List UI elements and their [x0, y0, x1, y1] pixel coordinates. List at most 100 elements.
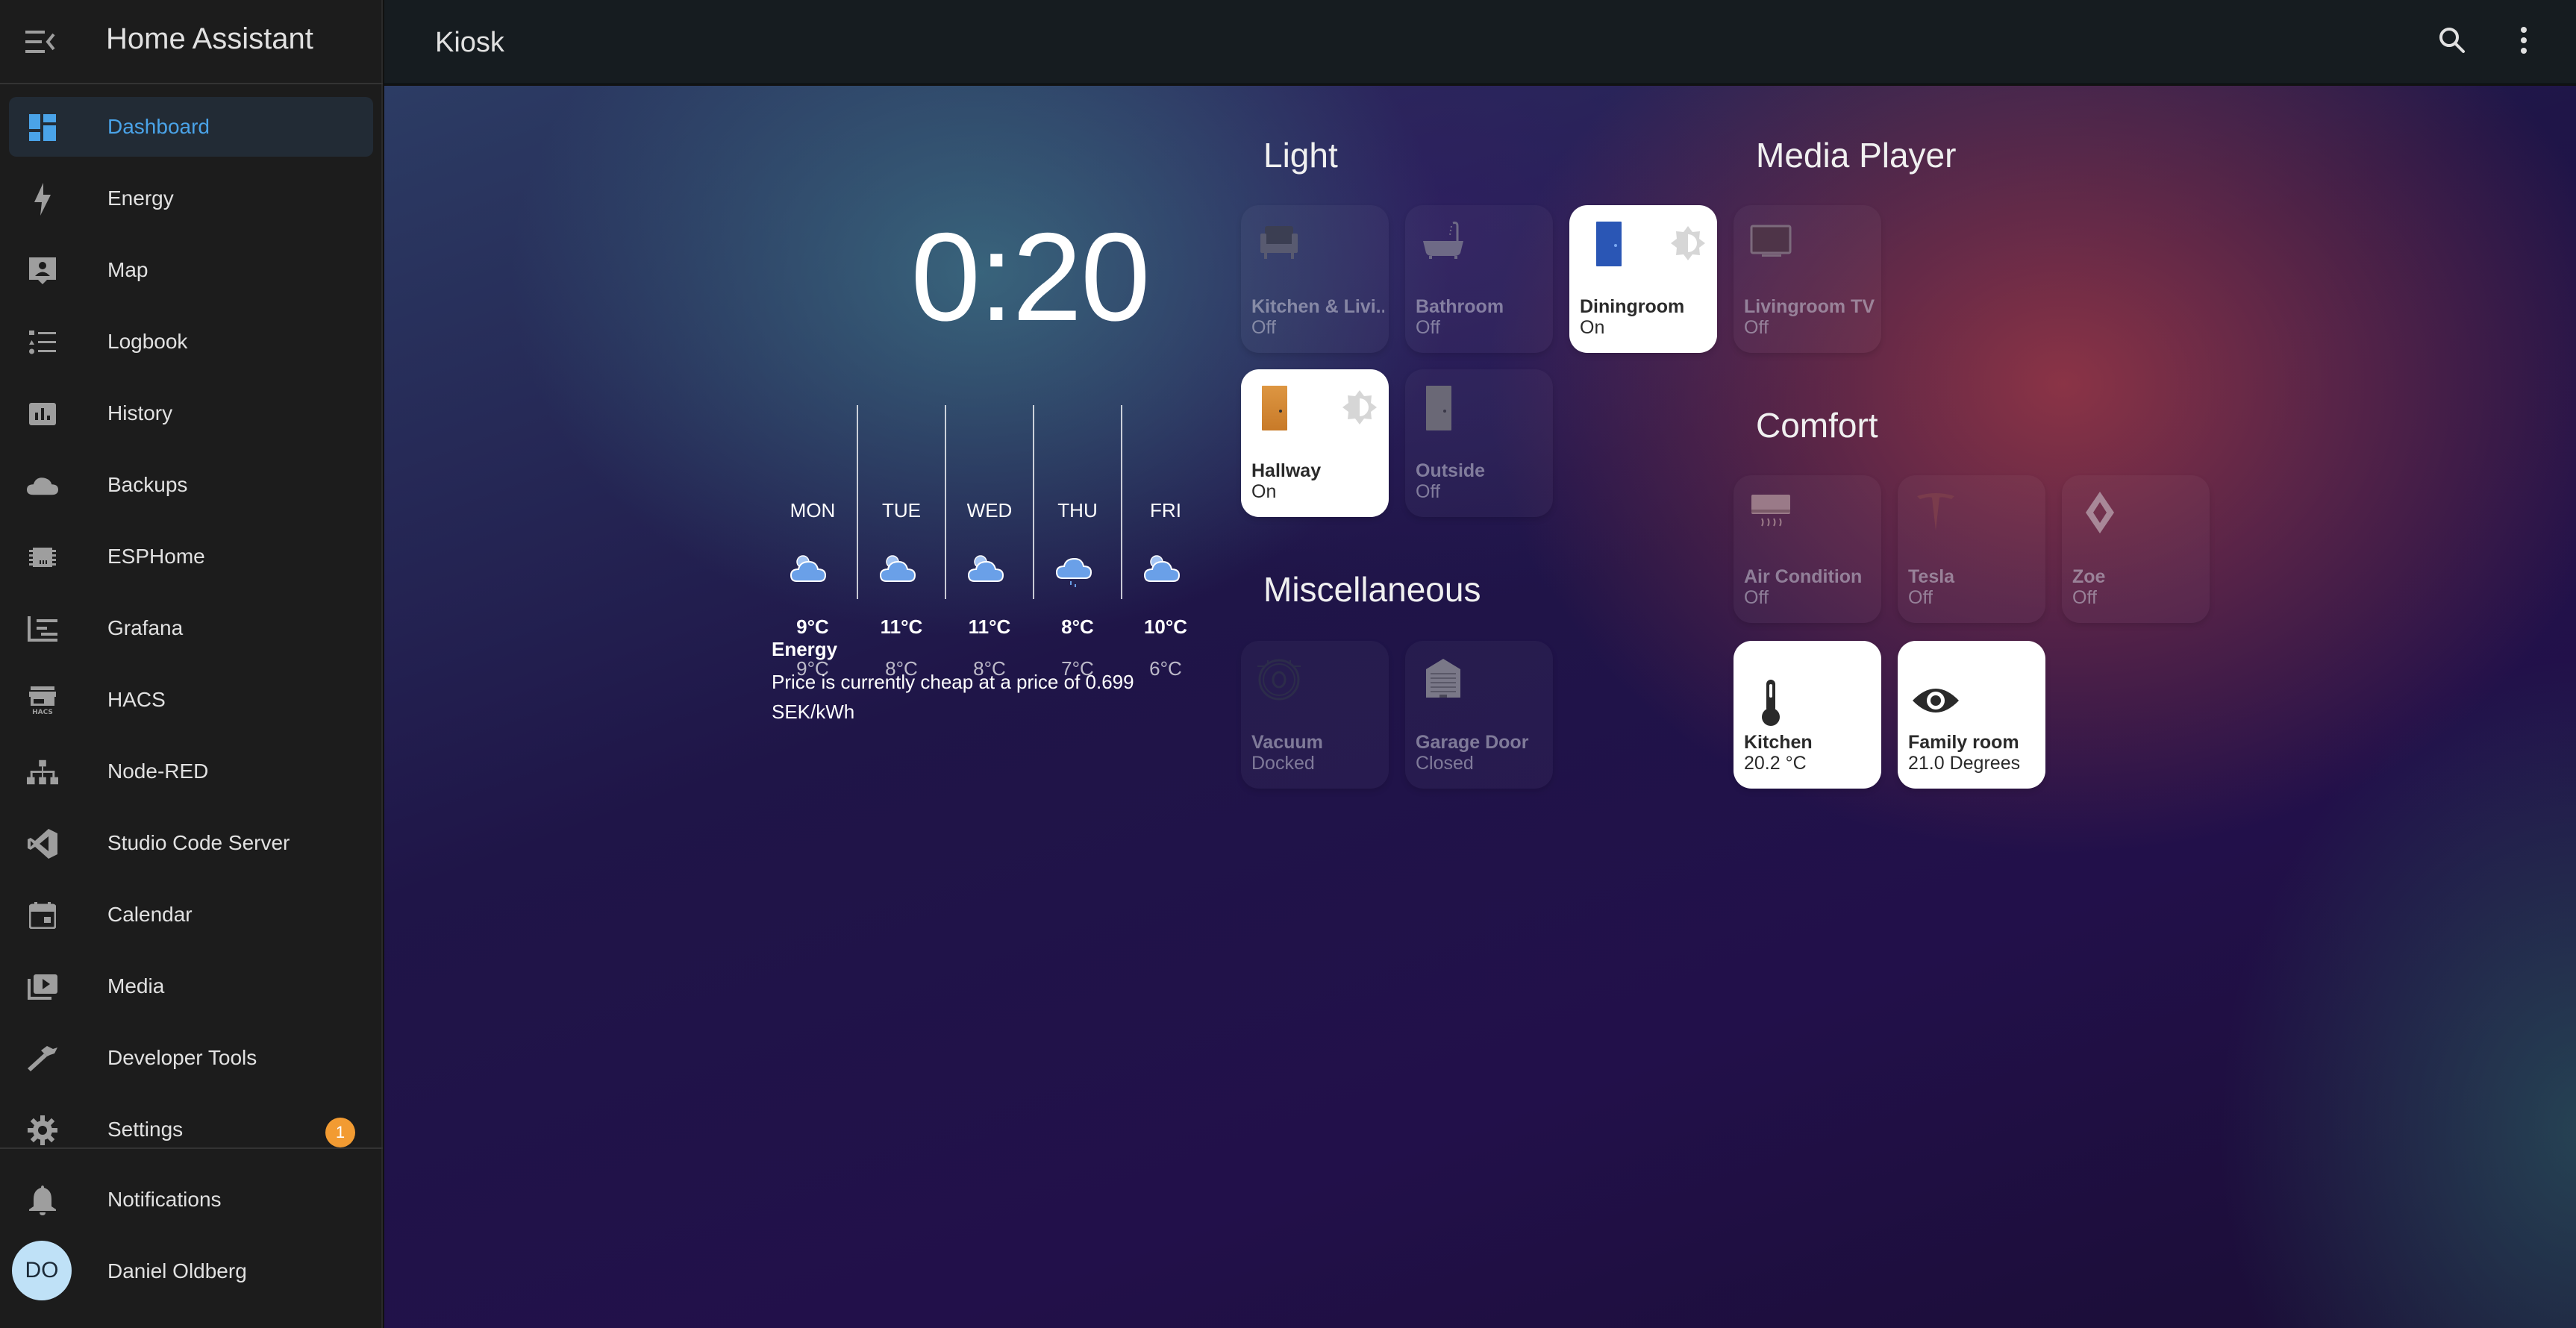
tile-name: Tesla — [1908, 566, 1955, 587]
sidebar-item-label: Studio Code Server — [107, 831, 290, 854]
tile-garage-door[interactable]: Garage Door Closed — [1405, 641, 1553, 789]
vscode-icon — [27, 828, 58, 859]
section-title-media-player: Media Player — [1756, 136, 1957, 175]
sidebar-scroll-clip: Settings 1 — [0, 1104, 383, 1147]
tile-name: Outside — [1416, 460, 1486, 481]
tile-state: On — [1251, 481, 1277, 502]
partly-cloudy-icon — [967, 545, 1012, 590]
sidebar-item-grafana[interactable]: Grafana — [9, 598, 373, 658]
hammer-icon — [27, 1043, 58, 1074]
sidebar-item-label: Developer Tools — [107, 1046, 257, 1069]
sidebar-item-studio-code-server[interactable]: Studio Code Server — [9, 813, 373, 873]
tile-diningroom[interactable]: Diningroom On — [1569, 205, 1717, 353]
sidebar-item-history[interactable]: History — [9, 383, 373, 443]
tile-name: Hallway — [1251, 460, 1322, 481]
menu-collapse-icon[interactable] — [25, 28, 57, 55]
tile-kitchen-living[interactable]: Kitchen & Livi... Off — [1241, 205, 1389, 353]
brightness-icon[interactable] — [1341, 389, 1378, 426]
brightness-icon[interactable] — [1669, 225, 1707, 262]
sidebar-item-logbook[interactable]: Logbook — [9, 312, 373, 372]
sidebar-item-dashboard[interactable]: Dashboard — [9, 97, 373, 157]
tile-name: Garage Door — [1416, 732, 1529, 753]
tile-name: Air Condition — [1744, 566, 1863, 587]
energy-title: Energy — [772, 638, 838, 660]
tile-state: Closed — [1416, 753, 1474, 774]
sidebar-item-label: Dashboard — [107, 115, 210, 138]
tile-family-room[interactable]: Family room 21.0 Degrees — [1898, 641, 2045, 789]
sidebar-divider — [0, 1147, 383, 1149]
sidebar-item-label: Notifications — [107, 1188, 222, 1211]
tile-hallway[interactable]: Hallway On — [1241, 369, 1389, 517]
forecast-high: 10°C — [1143, 616, 1188, 638]
avatar[interactable]: DO — [12, 1241, 72, 1300]
sidebar-item-label: HACS — [107, 688, 166, 711]
dots-vertical-icon — [2519, 25, 2529, 59]
eye-icon — [1911, 678, 1960, 727]
tile-name: Vacuum — [1251, 732, 1323, 753]
tile-state: 20.2 °C — [1744, 753, 1807, 774]
forecast-day: TUE 11°C 8°C — [857, 405, 945, 680]
sidebar-item-label: Energy — [107, 187, 174, 210]
sitemap-icon — [27, 757, 58, 788]
tile-kitchen-temperature[interactable]: Kitchen 20.2 °C — [1734, 641, 1881, 789]
bathtub-icon — [1419, 219, 1468, 268]
lightning-bolt-icon — [27, 183, 58, 216]
tile-livingroom-tv[interactable]: Livingroom TV Off — [1734, 205, 1881, 353]
garage-icon — [1419, 654, 1468, 704]
forecast-high: 11°C — [880, 616, 923, 638]
forecast-high: 9°C — [796, 616, 829, 638]
sidebar-item-label: Grafana — [107, 616, 184, 639]
overflow-menu-button[interactable] — [2501, 19, 2546, 64]
tile-name: Livingroom TV — [1744, 296, 1875, 317]
sidebar-item-label: Settings — [107, 1118, 184, 1141]
section-title-light: Light — [1263, 136, 1338, 175]
partly-cloudy-icon — [879, 545, 924, 590]
sidebar-item-label: Map — [107, 258, 149, 281]
sidebar-item-energy[interactable]: Energy — [9, 169, 373, 228]
tile-bathroom[interactable]: Bathroom Off — [1405, 205, 1553, 353]
sidebar-item-hacs[interactable]: HACS HACS — [9, 670, 373, 730]
tile-zoe[interactable]: Zoe Off — [2062, 475, 2210, 623]
forecast-day: THU 8°C 7°C — [1033, 405, 1121, 680]
sidebar-item-backups[interactable]: Backups — [9, 455, 373, 515]
search-button[interactable] — [2430, 19, 2475, 64]
partly-cloudy-icon — [1143, 545, 1188, 590]
sidebar-item-calendar[interactable]: Calendar — [9, 885, 373, 945]
sidebar-item-settings[interactable]: Settings 1 — [9, 1104, 373, 1147]
search-icon — [2437, 25, 2467, 59]
sidebar-item-map[interactable]: Map — [9, 240, 373, 300]
tile-state: Off — [1251, 317, 1276, 338]
tile-name: Zoe — [2072, 566, 2106, 587]
cog-icon — [27, 1115, 58, 1146]
sidebar-item-esphome[interactable]: ESPHome — [9, 527, 373, 586]
sidebar-item-media[interactable]: Media — [9, 956, 373, 1016]
tesla-logo-icon — [1911, 489, 1960, 538]
sidebar: Home Assistant Dashboard Energy Map Logb… — [0, 0, 383, 1328]
forecast-day-label: FRI — [1150, 499, 1181, 522]
tile-state: Docked — [1251, 753, 1315, 774]
section-title-comfort: Comfort — [1756, 406, 1878, 445]
door-orange-icon — [1254, 383, 1304, 432]
tile-tesla[interactable]: Tesla Off — [1898, 475, 2045, 623]
sidebar-item-notifications[interactable]: Notifications — [9, 1170, 373, 1230]
sidebar-item-profile[interactable]: Daniel Oldberg — [90, 1241, 373, 1301]
tile-outside[interactable]: Outside Off — [1405, 369, 1553, 517]
tile-state: 21.0 Degrees — [1908, 753, 2021, 774]
sidebar-item-label: Node-RED — [107, 759, 209, 783]
weather-forecast[interactable]: MON 9°C 9°C TUE 11°C 8°C WED 11°C 8°C TH… — [769, 405, 1216, 680]
air-conditioner-icon — [1747, 489, 1796, 538]
sidebar-item-label: Media — [107, 974, 165, 997]
armchair-icon — [1254, 219, 1304, 268]
settings-badge: 1 — [325, 1118, 355, 1147]
forecast-day-label: WED — [966, 499, 1013, 522]
top-app-bar: Kiosk — [384, 0, 2576, 84]
play-box-multiple-icon — [27, 971, 58, 1003]
tile-air-condition[interactable]: Air Condition Off — [1734, 475, 1881, 623]
television-icon — [1747, 219, 1796, 268]
sidebar-item-label: Backups — [107, 473, 188, 496]
sidebar-item-developer-tools[interactable]: Developer Tools — [9, 1028, 373, 1088]
tile-vacuum[interactable]: Vacuum Docked — [1241, 641, 1389, 789]
sidebar-item-node-red[interactable]: Node-RED — [9, 742, 373, 801]
tile-name: Kitchen & Livi... — [1251, 296, 1384, 317]
renault-logo-icon — [2075, 489, 2125, 538]
